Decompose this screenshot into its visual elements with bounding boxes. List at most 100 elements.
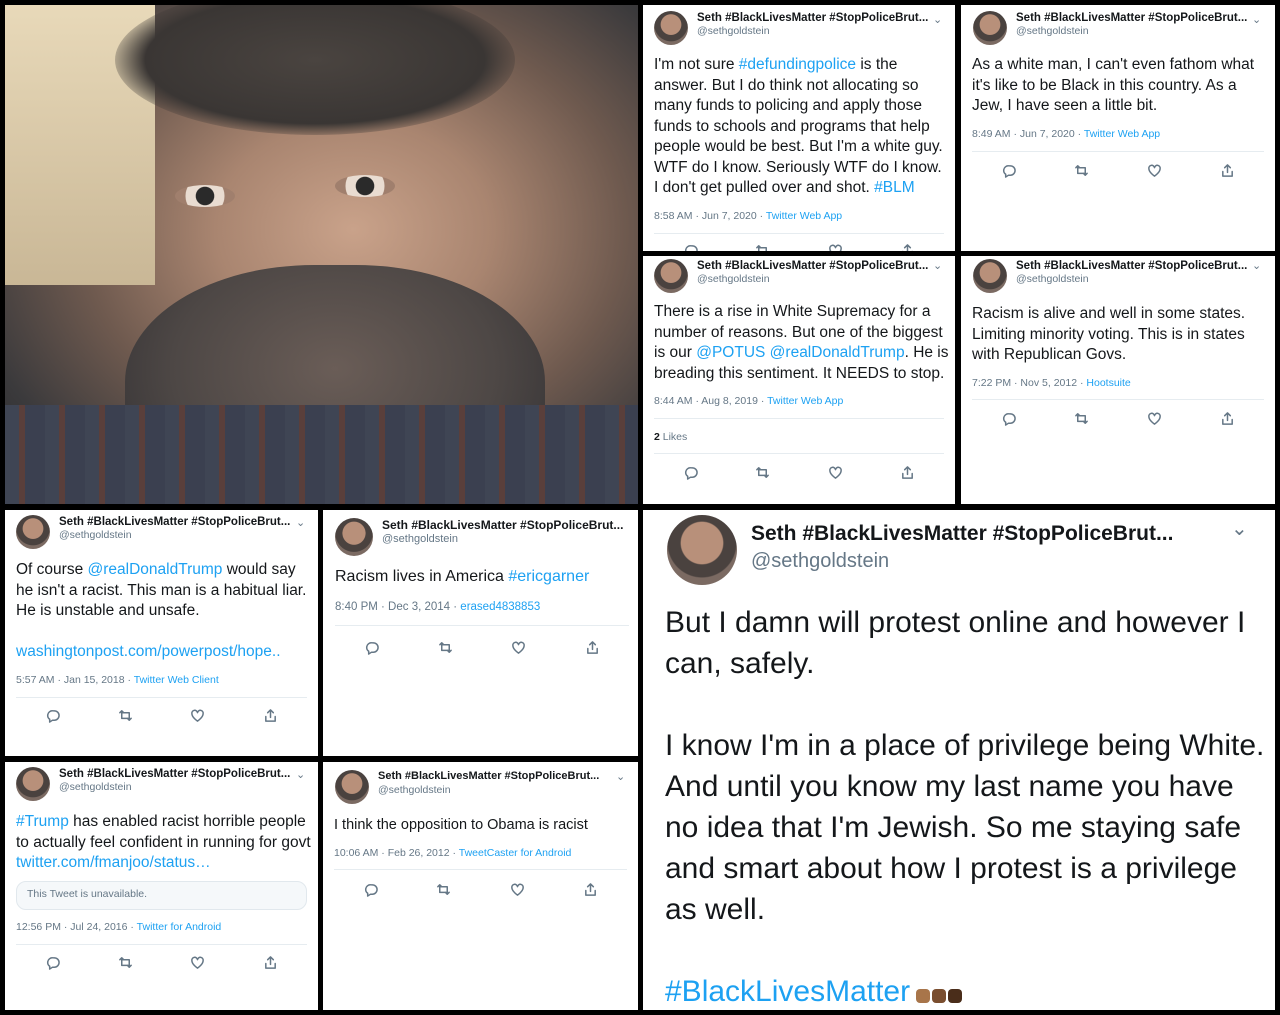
share-icon[interactable] [899,463,917,481]
share-icon[interactable] [262,953,280,971]
tweet-card[interactable]: Seth #BlackLivesMatter #StopPoliceBrut..… [323,510,638,756]
avatar[interactable] [654,259,688,293]
like-icon[interactable] [1146,161,1164,179]
tweet-card-large[interactable]: Seth #BlackLivesMatter #StopPoliceBrut..… [643,510,1275,1010]
retweet-icon[interactable] [436,638,454,656]
handle[interactable]: @sethgoldstein [697,273,928,286]
chevron-down-icon[interactable]: ⌄ [1252,259,1261,272]
retweet-icon[interactable] [1073,161,1091,179]
retweet-icon[interactable] [754,241,772,251]
avatar[interactable] [16,515,50,549]
tweet-source[interactable]: Twitter Web Client [134,674,219,686]
reply-icon[interactable] [681,241,699,251]
like-icon[interactable] [510,638,528,656]
tweet-link[interactable]: @realDonaldTrump [88,561,223,578]
tweet-header: Seth #BlackLivesMatter #StopPoliceBrut..… [667,515,1173,585]
display-name[interactable]: Seth #BlackLivesMatter #StopPoliceBrut..… [697,11,928,25]
tweet-link[interactable]: @realDonaldTrump [770,344,905,361]
tweet-card[interactable]: Seth #BlackLivesMatter #StopPoliceBrut..… [5,510,318,756]
reply-icon[interactable] [43,706,61,724]
reply-icon[interactable] [363,638,381,656]
handle[interactable]: @sethgoldstein [59,529,290,542]
reply-icon[interactable] [1000,161,1018,179]
chevron-down-icon[interactable]: ⌄ [296,768,305,781]
display-name[interactable]: Seth #BlackLivesMatter #StopPoliceBrut..… [751,520,1173,548]
tweet-text: Racism is alive and well in some states.… [972,304,1267,366]
tweet-card[interactable]: Seth #BlackLivesMatter #StopPoliceBrut..… [323,762,638,1010]
like-icon[interactable] [189,706,207,724]
share-icon[interactable] [1219,409,1237,427]
reply-icon[interactable] [1000,409,1018,427]
avatar[interactable] [335,518,373,556]
tweet-source[interactable]: Twitter Web App [767,395,843,407]
retweet-icon[interactable] [1073,409,1091,427]
likes-count[interactable]: 2 Likes [654,431,687,443]
share-icon[interactable] [899,241,917,251]
display-name[interactable]: Seth #BlackLivesMatter #StopPoliceBrut..… [382,518,623,533]
share-icon[interactable] [1219,161,1237,179]
tweet-link[interactable]: #Trump [16,813,69,830]
tweet-card[interactable]: Seth #BlackLivesMatter #StopPoliceBrut..… [643,5,955,251]
share-icon[interactable] [262,706,280,724]
tweet-source[interactable]: Twitter Web App [766,210,842,222]
display-name[interactable]: Seth #BlackLivesMatter #StopPoliceBrut..… [378,770,599,784]
handle[interactable]: @sethgoldstein [751,548,1173,575]
tweet-link[interactable]: #ericgarner [508,568,589,585]
like-icon[interactable] [826,241,844,251]
tweet-text: There is a rise in White Supremacy for a… [654,302,952,384]
handle[interactable]: @sethgoldstein [382,533,623,547]
avatar[interactable] [16,767,50,801]
reply-icon[interactable] [43,953,61,971]
avatar[interactable] [335,770,369,804]
share-icon[interactable] [581,880,599,898]
tweet-actions [972,161,1264,179]
reply-icon[interactable] [362,880,380,898]
chevron-down-icon[interactable]: ⌄ [933,259,942,272]
display-name[interactable]: Seth #BlackLivesMatter #StopPoliceBrut..… [697,259,928,273]
tweet-link[interactable]: washingtonpost.com/powerpost/hope.. [16,642,312,663]
display-name[interactable]: Seth #BlackLivesMatter #StopPoliceBrut..… [59,767,290,781]
share-icon[interactable] [583,638,601,656]
tweet-card[interactable]: Seth #BlackLivesMatter #StopPoliceBrut..… [961,256,1275,504]
retweet-icon[interactable] [116,706,134,724]
tweet-source[interactable]: TweetCaster for Android [459,847,572,859]
display-name[interactable]: Seth #BlackLivesMatter #StopPoliceBrut..… [1016,11,1247,25]
display-name[interactable]: Seth #BlackLivesMatter #StopPoliceBrut..… [1016,259,1247,273]
tweet-link[interactable]: #defundingpolice [739,56,856,73]
retweet-icon[interactable] [435,880,453,898]
tweet-source[interactable]: erased4838853 [460,601,540,613]
tweet-link[interactable]: twitter.com/fmanjoo/status… [16,854,211,871]
chevron-down-icon[interactable]: ⌄ [933,13,942,26]
avatar[interactable] [654,11,688,45]
chevron-down-icon[interactable]: ⌄ [1252,13,1261,26]
tweet-source[interactable]: Hootsuite [1086,377,1130,389]
handle[interactable]: @sethgoldstein [59,781,290,794]
chevron-down-icon[interactable]: ⌄ [296,516,305,529]
handle[interactable]: @sethgoldstein [1016,25,1247,38]
tweet-link[interactable]: @POTUS [696,344,765,361]
like-icon[interactable] [826,463,844,481]
avatar[interactable] [667,515,737,585]
like-icon[interactable] [1146,409,1164,427]
tweet-card[interactable]: Seth #BlackLivesMatter #StopPoliceBrut..… [643,256,955,504]
tweet-card[interactable]: Seth #BlackLivesMatter #StopPoliceBrut..… [961,5,1275,251]
avatar[interactable] [973,259,1007,293]
tweet-card[interactable]: Seth #BlackLivesMatter #StopPoliceBrut..… [5,762,318,1010]
chevron-down-icon[interactable]: ⌄ [1231,516,1248,541]
tweet-link[interactable]: #BlackLivesMatter [665,975,910,1008]
handle[interactable]: @sethgoldstein [697,25,928,38]
tweet-source[interactable]: Twitter for Android [137,921,222,933]
handle[interactable]: @sethgoldstein [378,784,599,797]
like-icon[interactable] [189,953,207,971]
display-name[interactable]: Seth #BlackLivesMatter #StopPoliceBrut..… [59,515,290,529]
like-icon[interactable] [508,880,526,898]
tweet-source[interactable]: Twitter Web App [1084,128,1160,140]
retweet-icon[interactable] [116,953,134,971]
reply-icon[interactable] [681,463,699,481]
retweet-icon[interactable] [754,463,772,481]
chevron-down-icon[interactable]: ⌄ [616,770,625,783]
avatar[interactable] [973,11,1007,45]
tweet-link[interactable]: #BLM [874,179,915,196]
divider [16,944,307,945]
handle[interactable]: @sethgoldstein [1016,273,1247,286]
